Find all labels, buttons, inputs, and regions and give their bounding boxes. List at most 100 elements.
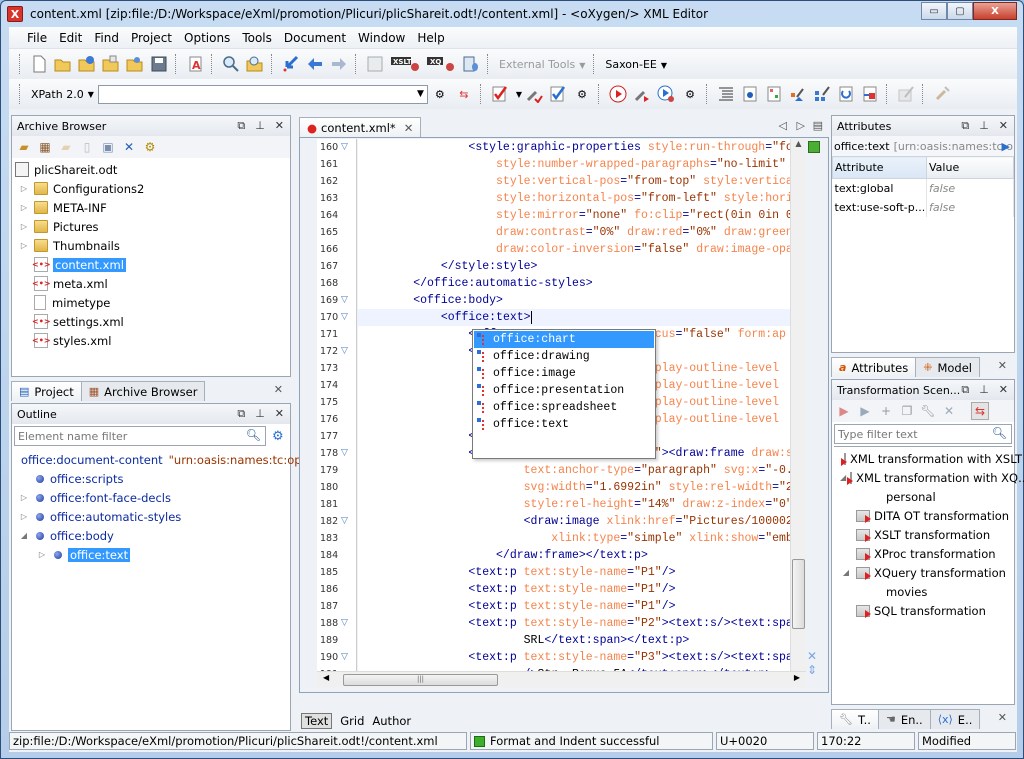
new-document-template-icon[interactable]: A <box>184 53 206 75</box>
horizontal-scroll-thumb[interactable]: ||| <box>343 674 498 686</box>
menu-find[interactable]: Find <box>88 31 125 45</box>
completion-item[interactable]: office:presentation <box>474 382 654 399</box>
code-line[interactable]: <draw:image xlink:href="Pictures/1000020… <box>358 513 790 530</box>
code-line[interactable]: style:rel-height="14%" draw:z-index="0"> <box>358 496 790 513</box>
debug-scenario-icon[interactable]: ▶ <box>856 402 874 420</box>
code-line[interactable]: xlink:type="simple" xlink:show="embed" <box>358 530 790 547</box>
code-line[interactable]: <office:text> <box>358 309 790 326</box>
archive-root[interactable]: plicShareit.odt <box>12 160 290 179</box>
last-edit-icon[interactable] <box>280 53 302 75</box>
toolbar-grip[interactable] <box>19 84 23 104</box>
close-panel-icon[interactable]: ✕ <box>275 119 284 133</box>
horizontal-scrollbar[interactable]: ◀ ||| ▶ <box>317 671 806 687</box>
toolbar-grip[interactable] <box>19 54 23 74</box>
format-indent-icon[interactable] <box>715 83 737 105</box>
completion-item[interactable]: office:spreadsheet <box>474 399 654 416</box>
tab-attributes[interactable]: a Attributes <box>831 357 917 377</box>
menu-options[interactable]: Options <box>178 31 236 45</box>
tab-entities[interactable]: ☚ En.. <box>877 709 931 729</box>
code-line[interactable]: draw:contrast="0%" draw:red="0%" draw:gr… <box>358 224 790 241</box>
code-line[interactable]: <text:p text:style-name="P1"/> <box>358 564 790 581</box>
code-line[interactable]: <style:graphic-properties style:run-thro… <box>358 139 790 156</box>
tab-content-xml[interactable]: ● content.xml* ✕ <box>299 117 422 137</box>
validate-icon[interactable] <box>489 83 511 105</box>
attribute-row[interactable]: text:use-soft-p... false <box>832 197 1014 217</box>
forward-arrow-icon[interactable] <box>328 53 350 75</box>
pin-panel-icon[interactable]: ⊥ <box>979 119 989 133</box>
scenario-item[interactable]: ◢ XQuery transformation <box>834 563 1012 582</box>
toggle-sidebar-icon[interactable] <box>364 53 386 75</box>
pin-panel-icon[interactable]: ⊥ <box>979 383 989 397</box>
archive-item[interactable]: content.xml <box>12 255 290 274</box>
tab-list-icon[interactable]: ▤ <box>813 119 823 132</box>
outline-item[interactable]: ◢ office:body <box>12 526 290 545</box>
tab-model[interactable]: ⁜ Model <box>915 357 980 377</box>
fold-toggle-icon[interactable]: ▽ <box>341 615 348 632</box>
close-tabs-icon[interactable]: ✕ <box>998 711 1007 724</box>
pin-panel-icon[interactable]: ⊥ <box>255 119 265 133</box>
fold-toggle-icon[interactable]: ▽ <box>341 343 348 360</box>
menu-project[interactable]: Project <box>125 31 178 45</box>
tab-archive-browser[interactable]: ▦ Archive Browser <box>80 381 206 401</box>
open-project-icon[interactable] <box>124 53 146 75</box>
edit-scenario-icon[interactable]: 🔧︎ <box>919 402 937 420</box>
outline-item[interactable]: ▷ office:text <box>12 545 290 564</box>
expand-toggle[interactable]: ▷ <box>18 512 30 521</box>
new-scenario-icon[interactable]: + <box>877 402 895 420</box>
scenario-item[interactable]: SQL transformation <box>834 601 1012 620</box>
open-archive-icon[interactable]: ▰ <box>15 138 33 156</box>
validation-options-icon[interactable]: ⚙ <box>571 83 593 105</box>
code-line[interactable]: style:mirror="none" fo:clip="rect(0in 0i… <box>358 207 790 224</box>
scenario-item[interactable]: DITA OT transformation <box>834 506 1012 525</box>
new-file-icon[interactable]: ▯ <box>78 138 96 156</box>
fold-toggle-icon[interactable]: ▽ <box>341 139 348 156</box>
schema-generator-icon[interactable] <box>763 83 785 105</box>
completion-item[interactable]: office:text <box>474 416 654 433</box>
archive-item[interactable]: ▷ Pictures <box>12 217 290 236</box>
menu-edit[interactable]: Edit <box>53 31 88 45</box>
archive-item[interactable]: settings.xml <box>12 312 290 331</box>
new-folder-icon[interactable]: ▰ <box>57 138 75 156</box>
vertical-scrollbar[interactable]: ▲ <box>790 139 806 671</box>
validate-dropdown[interactable]: ▼ <box>516 90 522 99</box>
code-line[interactable]: <text:p text:style-name="P1"/> <box>358 598 790 615</box>
code-line[interactable]: <office:body> <box>358 292 790 309</box>
restore-panel-icon[interactable]: ⧉ <box>237 407 245 421</box>
close-tab-icon[interactable]: ✕ <box>404 121 414 135</box>
archive-item[interactable]: ▷ Configurations2 <box>12 179 290 198</box>
open-url-icon[interactable] <box>76 53 98 75</box>
scenario-item[interactable]: XSLT transformation <box>834 525 1012 544</box>
convert-schema-icon[interactable] <box>787 83 809 105</box>
split-editor-icon[interactable]: ✕ ⇕ <box>807 649 817 677</box>
menu-file[interactable]: File <box>21 31 53 45</box>
flatten-schema-icon[interactable] <box>811 83 833 105</box>
database-perspective-icon[interactable] <box>460 53 482 75</box>
transformation-options-icon[interactable]: ⚙ <box>679 83 701 105</box>
completion-item[interactable]: office:image <box>474 365 654 382</box>
save-icon[interactable] <box>148 53 170 75</box>
apply-scenario-icon[interactable]: ▶ <box>835 402 853 420</box>
xpath-input[interactable]: ▼ <box>97 84 428 104</box>
completion-item[interactable]: office:chart <box>474 331 654 348</box>
code-line[interactable]: style:vertical-pos="from-top" style:vert… <box>358 173 790 190</box>
attribute-value[interactable]: false <box>926 197 1014 217</box>
scenario-item[interactable]: XProc transformation <box>834 544 1012 563</box>
tab-transformation[interactable]: 🔧︎ T.. <box>831 709 879 729</box>
xquery-debugger-icon[interactable]: XQ <box>424 53 458 75</box>
archive-item[interactable]: styles.xml <box>12 331 290 350</box>
code-line[interactable]: </draw:frame></text:p> <box>358 547 790 564</box>
code-line[interactable]: style:horizontal-pos="from-left" style:h… <box>358 190 790 207</box>
fold-toggle-icon[interactable]: ▽ <box>341 292 348 309</box>
tab-elements[interactable]: ⟨x⟩ E.. <box>929 709 981 729</box>
find-in-files-icon[interactable] <box>244 53 266 75</box>
scenario-item[interactable]: personal <box>834 487 1012 506</box>
column-header-value[interactable]: Value <box>926 156 1014 179</box>
code-line[interactable]: text:anchor-type="paragraph" svg:x="-0.0… <box>358 462 790 479</box>
plugin-connector-icon[interactable] <box>931 83 953 105</box>
scenario-item[interactable]: XML transformation with XSLT <box>834 449 1022 468</box>
mode-text[interactable]: Text <box>301 713 333 729</box>
code-line[interactable]: SRL</text:span></text:p> <box>358 632 790 649</box>
back-arrow-icon[interactable] <box>304 53 326 75</box>
code-line[interactable]: svg:width="1.6992in" style:rel-width="25… <box>358 479 790 496</box>
attribute-row[interactable]: text:global false <box>832 178 1014 198</box>
